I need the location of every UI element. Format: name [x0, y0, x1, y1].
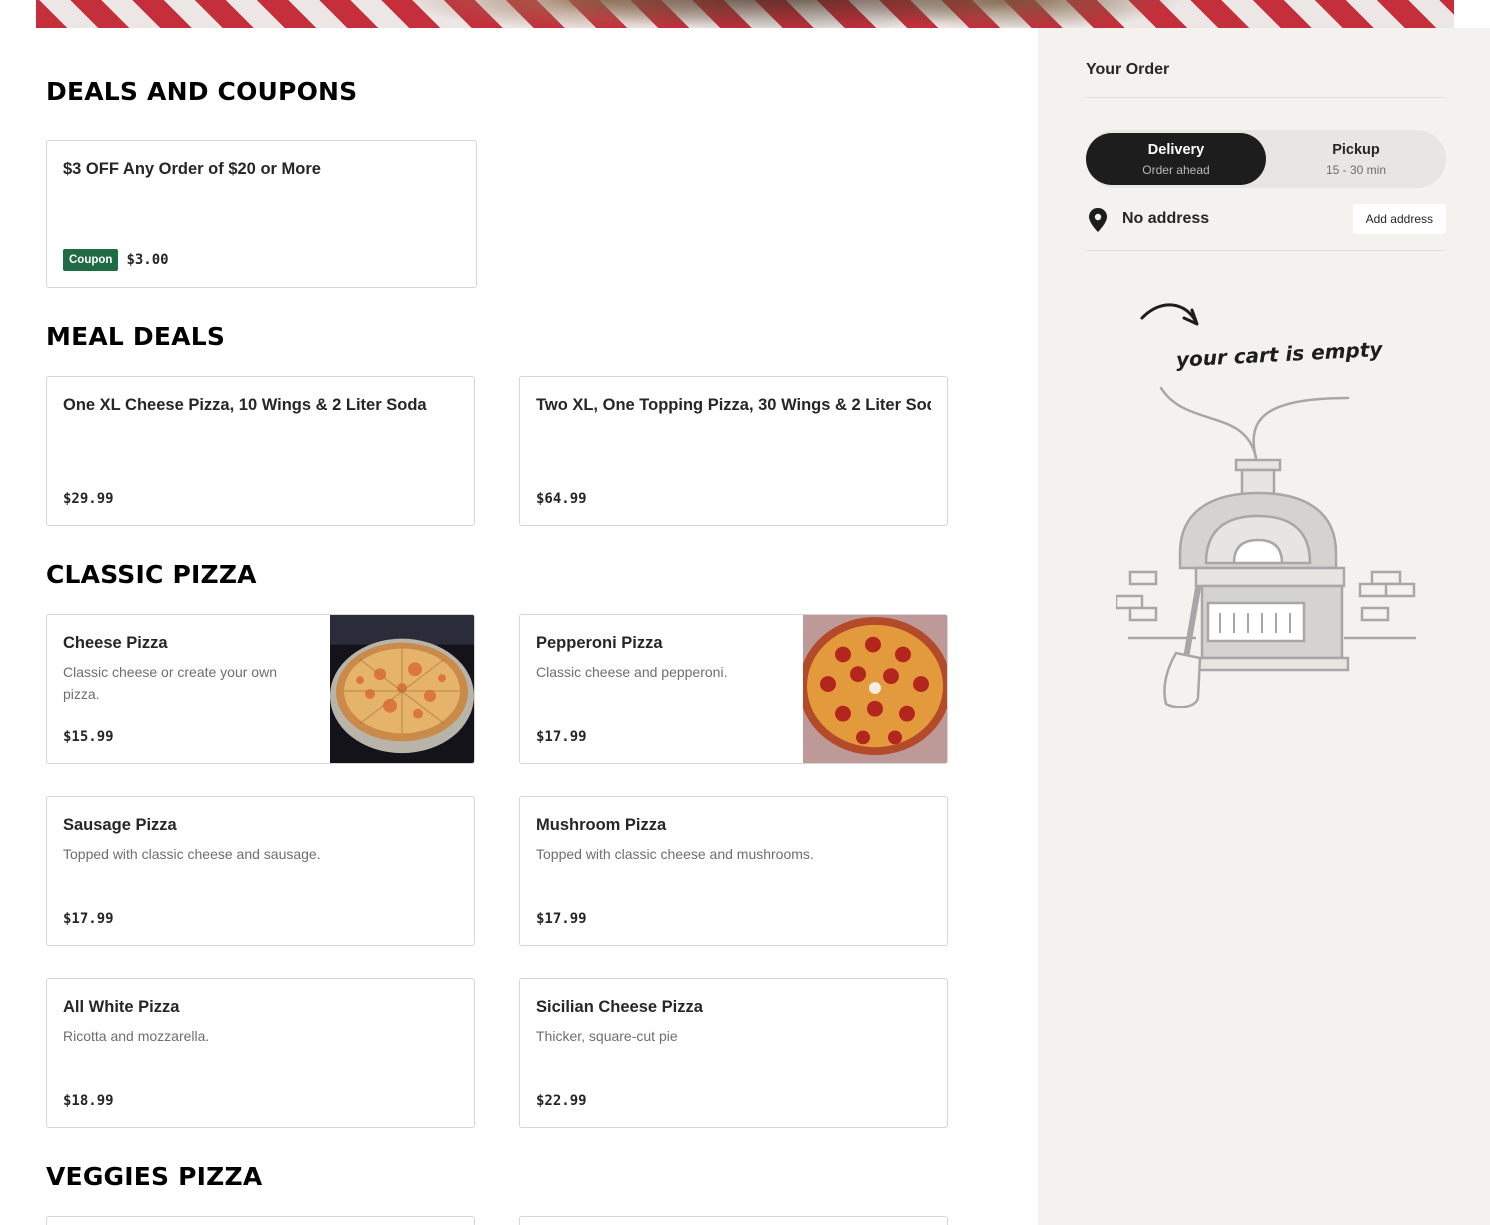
pickup-option[interactable]: Pickup 15 - 30 min [1266, 133, 1446, 185]
delivery-label: Delivery [1147, 142, 1205, 158]
item-name: Pepperoni Pizza [536, 634, 663, 652]
item-name: One XL Cheese Pizza, 10 Wings & 2 Liter … [63, 396, 427, 414]
item-description: Classic cheese and pepperoni. [536, 664, 728, 680]
item-description: Topped with classic cheese and mushrooms… [536, 846, 814, 862]
item-description: Ricotta and mozzarella. [63, 1028, 210, 1044]
item-name: Sausage Pizza [63, 816, 177, 834]
order-sidebar: Your Order Delivery Order ahead Pickup 1… [1038, 28, 1490, 1225]
pizza-oven-illustration: your cart is empty [1116, 303, 1416, 708]
delivery-sub: Order ahead [1142, 163, 1210, 177]
divider [1086, 250, 1446, 251]
item-name: Sicilian Cheese Pizza [536, 998, 703, 1016]
menu-item-card[interactable]: Sausage Pizza Topped with classic cheese… [46, 796, 475, 946]
section-title-deals: DEALS AND COUPONS [46, 77, 358, 106]
empty-cart-text: your cart is empty [1175, 337, 1384, 372]
menu-item-card[interactable]: One XL Cheese Pizza, 10 Wings & 2 Liter … [46, 376, 475, 526]
menu-item-card[interactable]: All White Pizza Ricotta and mozzarella. … [46, 978, 475, 1128]
section-title-meal-deals: MEAL DEALS [46, 322, 226, 351]
item-description: Topped with classic cheese and sausage. [63, 846, 321, 862]
item-name: All White Pizza [63, 998, 180, 1016]
item-name: Mushroom Pizza [536, 816, 667, 834]
item-price: $3.00 [126, 252, 169, 268]
menu-item-card[interactable]: Two XL, One Topping Pizza, 30 Wings & 2 … [519, 376, 948, 526]
item-description: Thicker, square-cut pie [536, 1028, 678, 1044]
address-row: No address Add address [1086, 204, 1446, 234]
item-price: $64.99 [536, 491, 587, 507]
menu-item-card[interactable] [519, 1216, 948, 1225]
pickup-label: Pickup [1332, 142, 1380, 158]
item-price: $17.99 [536, 911, 587, 927]
delivery-option[interactable]: Delivery Order ahead [1086, 133, 1266, 185]
menu-item-card[interactable]: Sicilian Cheese Pizza Thicker, square-cu… [519, 978, 948, 1128]
item-name: Two XL, One Topping Pizza, 30 Wings & 2 … [536, 396, 931, 414]
item-name: $3 OFF Any Order of $20 or More [63, 160, 321, 178]
item-price: $17.99 [63, 911, 114, 927]
coupon-badge: Coupon [63, 249, 119, 271]
address-text: No address [1122, 210, 1210, 227]
location-pin-icon [1089, 208, 1107, 232]
menu-item-card[interactable]: Mushroom Pizza Topped with classic chees… [519, 796, 948, 946]
pepperoni-pizza-photo [803, 615, 947, 763]
coupon-row: Coupon $3.00 [63, 249, 169, 271]
coupon-card[interactable]: $3 OFF Any Order of $20 or More Coupon $… [46, 140, 477, 288]
item-price: $15.99 [63, 729, 114, 745]
cheese-pizza-photo [330, 615, 474, 763]
menu-item-card[interactable]: Pepperoni Pizza Classic cheese and peppe… [519, 614, 948, 764]
item-price: $18.99 [63, 1093, 114, 1109]
pickup-sub: 15 - 30 min [1325, 163, 1387, 177]
item-name: Cheese Pizza [63, 634, 168, 652]
item-price: $29.99 [63, 491, 114, 507]
menu-item-card[interactable] [46, 1216, 475, 1225]
section-title-veggies-pizza: VEGGIES PIZZA [46, 1162, 263, 1191]
section-title-classic-pizza: CLASSIC PIZZA [46, 560, 257, 589]
add-address-button[interactable]: Add address [1352, 204, 1446, 234]
divider [1086, 97, 1446, 98]
order-title: Your Order [1086, 61, 1170, 78]
item-price: $17.99 [536, 729, 587, 745]
item-price: $22.99 [536, 1093, 587, 1109]
hero-banner-image [36, 0, 1454, 28]
item-description: Classic cheese or create your own pizza. [63, 664, 277, 702]
delivery-pickup-toggle: Delivery Order ahead Pickup 15 - 30 min [1086, 130, 1446, 188]
menu-item-card[interactable]: Cheese Pizza Classic cheese or create yo… [46, 614, 475, 764]
